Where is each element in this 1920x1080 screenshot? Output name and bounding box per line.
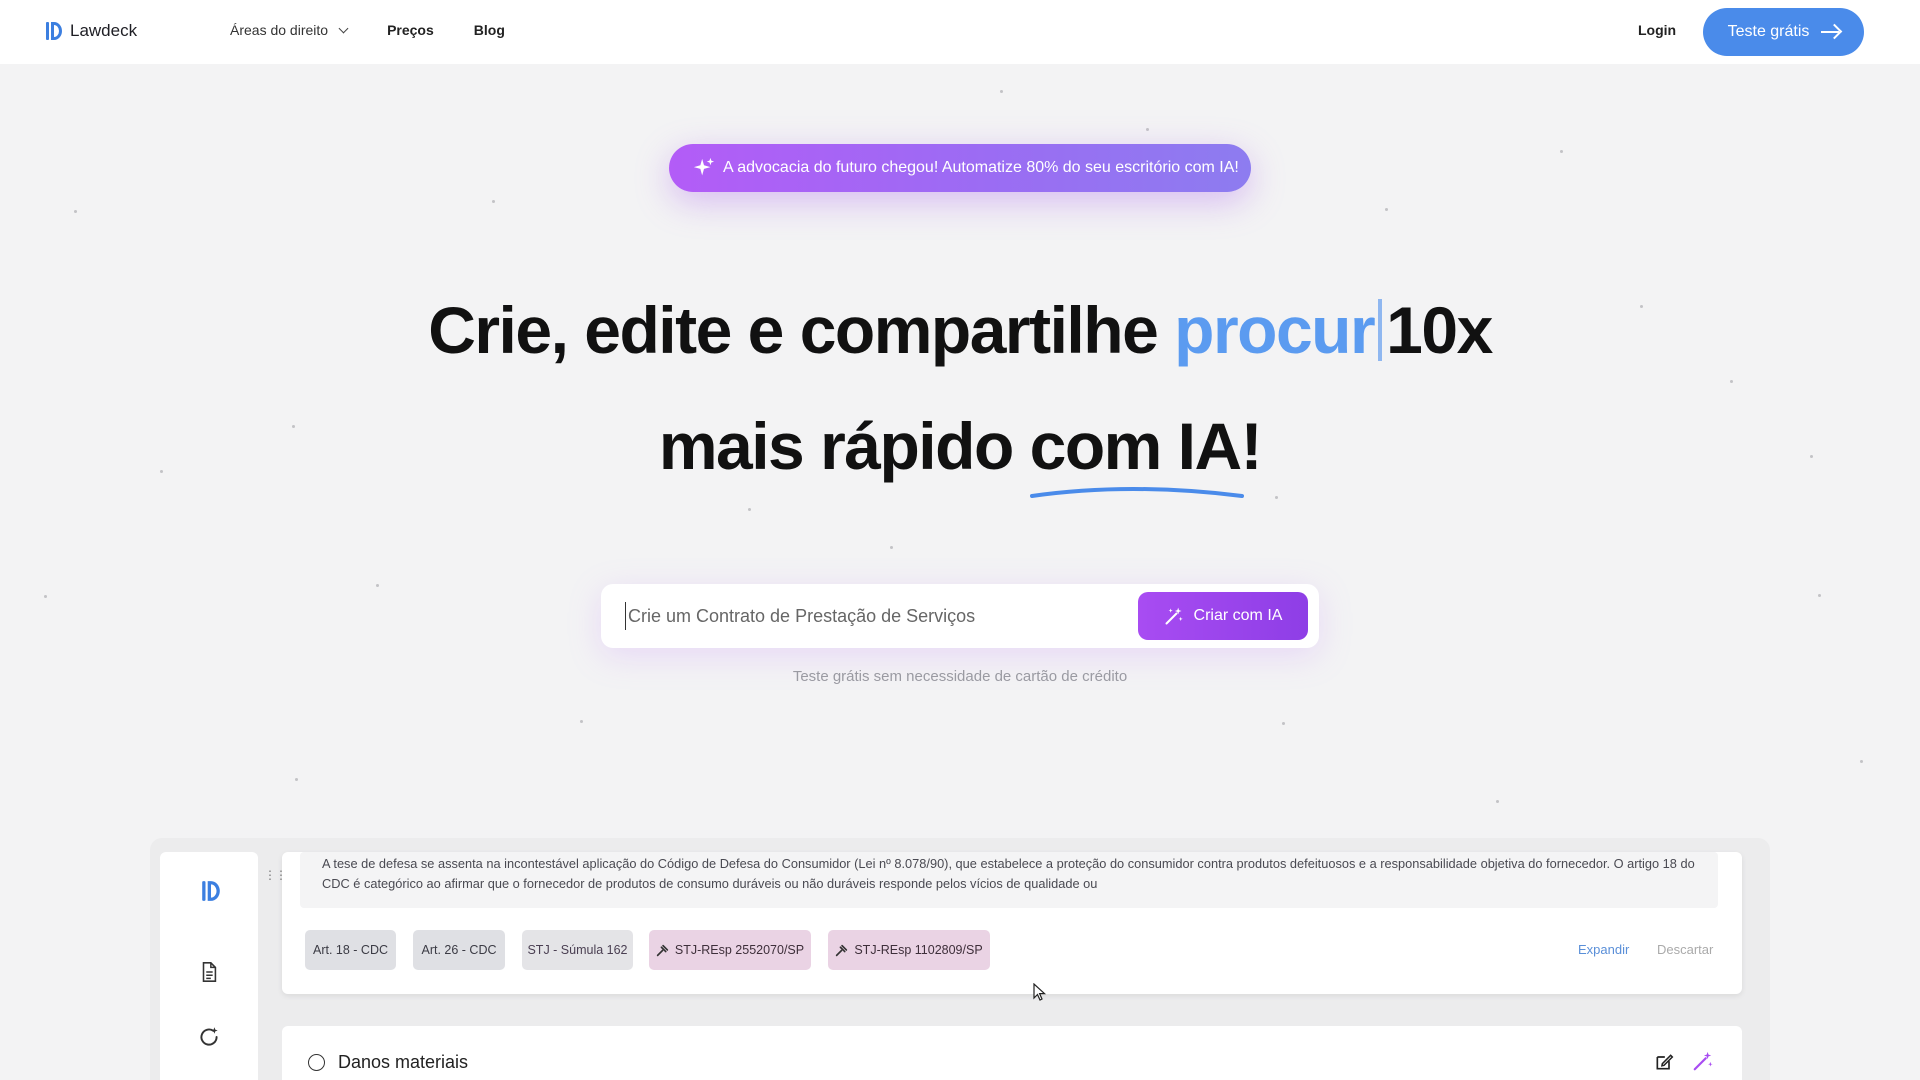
chip-label: STJ-REsp 2552070/SP [674,943,805,957]
sparkles-icon [693,157,715,176]
gavel-icon [836,944,848,956]
jurisprudence-chip[interactable]: STJ-REsp 1102809/SP [828,930,990,970]
magic-wand-icon [1165,607,1183,625]
nav-areas-do-direito[interactable]: Áreas do direito [230,22,349,38]
refresh-sparkle-icon[interactable] [196,1024,222,1050]
main-nav: Áreas do direito Preços Blog [230,22,505,38]
ai-prompt-box: Criar com IA [601,584,1319,648]
jurisprudence-chip[interactable]: STJ-REsp 2552070/SP [649,930,811,970]
gavel-icon [656,944,669,956]
free-trial-note: Teste grátis sem necessidade de cartão d… [792,668,1128,685]
section-radio[interactable] [308,1054,325,1071]
chevron-down-icon [338,23,349,33]
chip-label: Art. 18 - CDC [312,943,388,957]
expand-link[interactable]: Expandir [1578,942,1629,957]
citation-chip[interactable]: Art. 26 - CDC [413,930,505,970]
citation-chip[interactable]: Art. 18 - CDC [305,930,396,970]
hero-headline-line2: mais rápido com IA! [0,408,1920,498]
lawdeck-logo-icon[interactable] [200,878,222,904]
hero-headline-line1: Crie, edite e compartilhe procur 10x [0,292,1920,368]
drag-handle-icon[interactable]: ⋮⋮ [264,869,287,881]
thesis-paragraph: A tese de defesa se assenta na incontest… [300,852,1718,908]
mouse-cursor-icon [1033,983,1047,1001]
nav-blog[interactable]: Blog [474,22,505,38]
announcement-text: A advocacia do futuro chegou! Automatize… [723,159,1239,176]
chip-label: STJ-REsp 1102809/SP [854,943,983,957]
magic-wand-icon[interactable] [1692,1050,1714,1072]
announcement-banner[interactable]: A advocacia do futuro chegou! Automatize… [669,144,1251,192]
arrow-right-icon [1821,31,1840,33]
lawdeck-logo-icon [46,22,62,40]
create-with-ai-button[interactable]: Criar com IA [1138,592,1308,640]
typing-caret [1378,299,1383,361]
nav-item-label: Áreas do direito [230,22,329,38]
edit-icon[interactable] [1654,1052,1674,1072]
ai-prompt-input[interactable] [625,602,1125,630]
chip-label: Art. 26 - CDC [421,943,497,957]
top-navbar: Lawdeck Áreas do direito Preços Blog Log… [0,0,1920,64]
document-icon[interactable] [198,960,220,984]
chip-label: STJ - Súmula 162 [527,943,628,957]
free-trial-label: Teste grátis [1727,23,1810,40]
citation-chip[interactable]: STJ - Súmula 162 [522,930,633,970]
nav-precos[interactable]: Preços [387,22,434,38]
logo[interactable]: Lawdeck [44,20,137,42]
create-with-ai-label: Criar com IA [1193,607,1283,624]
headline-highlight: com IA! [1029,408,1263,498]
headline-prefix: Crie, edite e compartilhe [428,293,1159,367]
logo-text: Lawdeck [70,21,138,40]
section-title: Danos materiais [338,1052,469,1072]
nav-item-label: Preços [387,22,434,38]
typewriter-text: procur [1174,293,1376,367]
discard-link[interactable]: Descartar [1657,942,1713,957]
nav-item-label: Blog [473,22,505,38]
headline-line2-prefix: mais rápido [658,409,1014,483]
headline-highlight-text: com IA! [1029,409,1263,483]
free-trial-button[interactable]: Teste grátis [1703,8,1864,56]
headline-suffix: 10x [1386,293,1493,367]
section-card-danos-materiais[interactable] [282,1026,1742,1080]
login-link[interactable]: Login [1638,22,1676,38]
underline-swoosh-icon [1029,487,1244,498]
preview-sidebar [160,852,258,1080]
